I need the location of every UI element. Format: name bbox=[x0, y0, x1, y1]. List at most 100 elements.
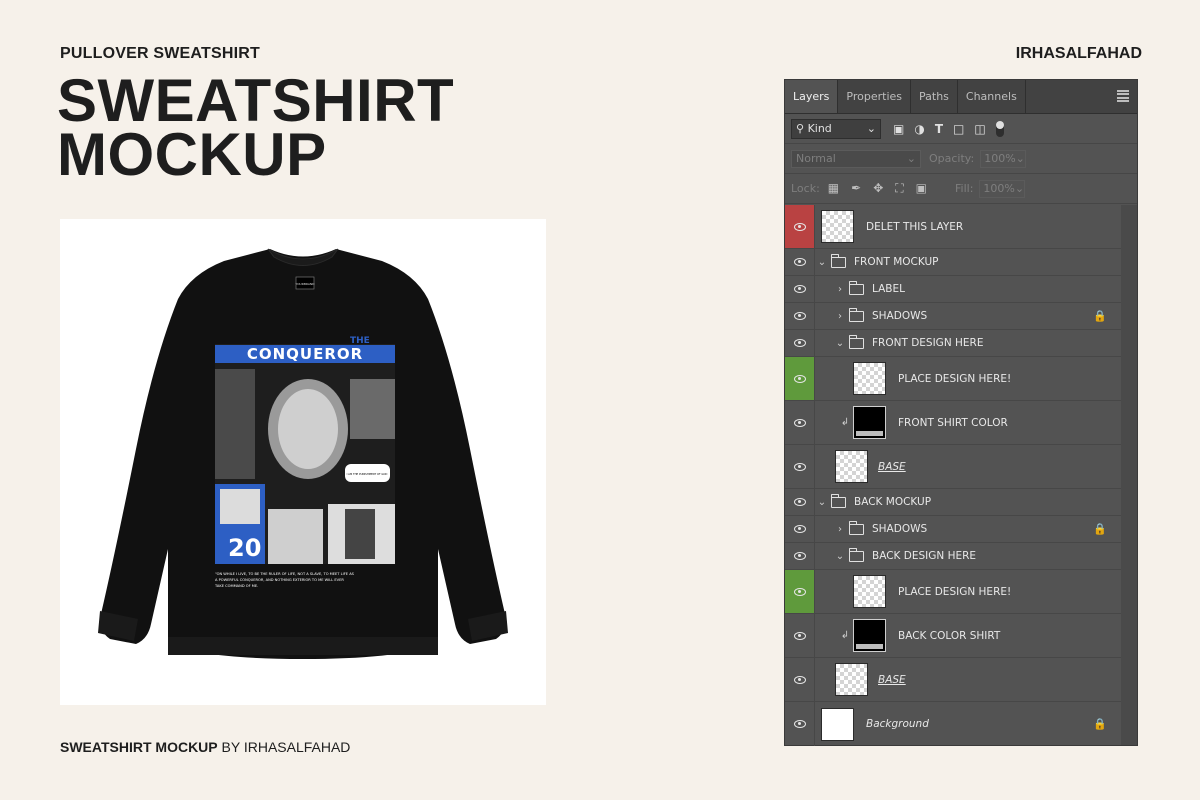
print-logo-text: CONQUEROR bbox=[247, 345, 363, 363]
layer-row[interactable]: › SHADOWS 🔒 bbox=[785, 516, 1121, 543]
smart-object-filter-icon[interactable]: ◫ bbox=[974, 122, 985, 136]
layers-list: DELET THIS LAYER ⌄ FRONT MOCKUP › LABEL … bbox=[785, 205, 1121, 746]
page-title: SWEATSHIRT MOCKUP bbox=[57, 71, 454, 188]
layer-name: PLACE DESIGN HERE! bbox=[898, 372, 1012, 385]
eye-icon bbox=[793, 374, 806, 383]
layer-row[interactable]: PLACE DESIGN HERE! bbox=[785, 357, 1121, 401]
layer-visibility-toggle[interactable] bbox=[785, 276, 815, 302]
layer-visibility-toggle[interactable] bbox=[785, 249, 815, 275]
lock-all-icon[interactable]: ▣ bbox=[916, 181, 927, 196]
layer-visibility-toggle[interactable] bbox=[785, 445, 815, 488]
layer-row[interactable]: › LABEL bbox=[785, 276, 1121, 303]
fill-value: 100% bbox=[983, 182, 1015, 195]
blend-mode-select[interactable]: Normal ⌄ bbox=[791, 149, 921, 168]
lock-icon: 🔒 bbox=[1093, 522, 1107, 536]
folder-icon bbox=[849, 334, 864, 349]
layer-visibility-toggle[interactable] bbox=[785, 489, 815, 515]
layer-name: FRONT MOCKUP bbox=[854, 256, 939, 268]
layer-row[interactable]: ↲ BACK COLOR SHIRT bbox=[785, 614, 1121, 658]
layer-row[interactable]: PLACE DESIGN HERE! bbox=[785, 570, 1121, 614]
layer-row[interactable]: Background 🔒 bbox=[785, 702, 1121, 746]
mockup-photo: YOURBRAND THE CONQUEROR I AM THE PUNISHM… bbox=[60, 219, 546, 705]
print-quote-line-2: A POWERFUL CONQUEROR, AND NOTHING EXTERI… bbox=[215, 578, 344, 582]
title-line-2: MOCKUP bbox=[57, 121, 327, 188]
filter-toggle[interactable] bbox=[995, 120, 1004, 137]
scrollbar[interactable] bbox=[1121, 205, 1137, 745]
lock-artboard-icon[interactable]: ⛶ bbox=[895, 181, 903, 196]
panel-menu-icon[interactable] bbox=[1117, 90, 1129, 102]
layer-visibility-toggle[interactable] bbox=[785, 543, 815, 569]
folder-icon bbox=[831, 493, 846, 508]
layer-visibility-toggle[interactable] bbox=[785, 205, 815, 248]
lock-icon: 🔒 bbox=[1093, 309, 1107, 323]
caption: SWEATSHIRT MOCKUP BY IRHASALFAHAD bbox=[60, 739, 350, 755]
chevron-down-icon[interactable]: ⌄ bbox=[817, 497, 827, 508]
caption-bold: SWEATSHIRT MOCKUP bbox=[60, 739, 218, 755]
layer-row[interactable]: BASE bbox=[785, 445, 1121, 489]
eye-icon bbox=[793, 462, 806, 471]
layer-visibility-toggle[interactable] bbox=[785, 303, 815, 329]
layer-name: BASE bbox=[878, 460, 906, 473]
tab-layers[interactable]: Layers bbox=[785, 80, 839, 113]
pixel-filter-icon[interactable]: ▣ bbox=[893, 122, 904, 136]
layer-name: SHADOWS bbox=[872, 310, 928, 322]
blend-mode-value: Normal bbox=[796, 152, 836, 165]
layer-visibility-toggle[interactable] bbox=[785, 516, 815, 542]
header-subtitle: PULLOVER SWEATSHIRT bbox=[60, 45, 260, 62]
layer-name: LABEL bbox=[872, 283, 905, 295]
lock-brush-icon[interactable]: ✒ bbox=[851, 181, 861, 196]
chevron-right-icon[interactable]: › bbox=[835, 311, 845, 322]
tab-properties[interactable]: Properties bbox=[838, 80, 911, 113]
lock-transparent-icon[interactable]: ▦ bbox=[828, 181, 839, 196]
layer-name: SHADOWS bbox=[872, 523, 928, 535]
layer-name: BACK MOCKUP bbox=[854, 496, 932, 508]
chevron-right-icon[interactable]: › bbox=[835, 284, 845, 295]
layer-row[interactable]: ↲ FRONT SHIRT COLOR bbox=[785, 401, 1121, 445]
eye-icon bbox=[793, 631, 806, 640]
print-number: 20 bbox=[228, 534, 261, 562]
layer-row[interactable]: ⌄ BACK DESIGN HERE bbox=[785, 543, 1121, 570]
layer-row[interactable]: ⌄ FRONT MOCKUP bbox=[785, 249, 1121, 276]
shape-filter-icon[interactable]: □ bbox=[953, 122, 964, 136]
layer-visibility-toggle[interactable] bbox=[785, 570, 815, 613]
layer-visibility-toggle[interactable] bbox=[785, 357, 815, 400]
layer-row[interactable]: DELET THIS LAYER bbox=[785, 205, 1121, 249]
search-icon: ⚲ bbox=[796, 122, 805, 135]
tab-channels[interactable]: Channels bbox=[958, 80, 1026, 113]
header-brand: IRHASALFAHAD bbox=[1015, 45, 1142, 62]
chevron-down-icon[interactable]: ⌄ bbox=[835, 551, 845, 562]
layer-row[interactable]: ⌄ BACK MOCKUP bbox=[785, 489, 1121, 516]
folder-icon bbox=[849, 547, 864, 562]
print-bubble-text: I AM THE PUNISHMENT OF GOD bbox=[347, 472, 388, 476]
kind-select[interactable]: ⚲ Kind ⌄ bbox=[791, 118, 881, 139]
chevron-right-icon[interactable]: › bbox=[835, 524, 845, 535]
layer-row[interactable]: ⌄ FRONT DESIGN HERE bbox=[785, 330, 1121, 357]
layer-row[interactable]: BASE bbox=[785, 658, 1121, 702]
clipping-mask-icon: ↲ bbox=[840, 417, 850, 428]
layer-name: FRONT SHIRT COLOR bbox=[898, 416, 1008, 429]
chevron-down-icon: ⌄ bbox=[906, 152, 916, 165]
folder-icon bbox=[831, 253, 846, 268]
lock-icons: ▦ ✒ ✥ ⛶ ▣ bbox=[828, 181, 927, 196]
chevron-down-icon: ⌄ bbox=[1015, 152, 1025, 165]
layer-visibility-toggle[interactable] bbox=[785, 702, 815, 746]
fill-label: Fill: bbox=[955, 182, 974, 195]
layers-panel: Layers Properties Paths Channels ⚲ Kind … bbox=[784, 79, 1138, 746]
layer-visibility-toggle[interactable] bbox=[785, 658, 815, 701]
layer-visibility-toggle[interactable] bbox=[785, 401, 815, 444]
tab-paths[interactable]: Paths bbox=[911, 80, 958, 113]
layer-thumbnail bbox=[853, 619, 886, 652]
layer-visibility-toggle[interactable] bbox=[785, 614, 815, 657]
chevron-down-icon[interactable]: ⌄ bbox=[835, 338, 845, 349]
adjustment-filter-icon[interactable]: ◑ bbox=[914, 122, 924, 136]
type-filter-icon[interactable]: T bbox=[935, 122, 943, 136]
fill-field[interactable]: 100% ⌄ bbox=[979, 179, 1026, 198]
eye-icon bbox=[793, 675, 806, 684]
eye-icon bbox=[793, 312, 806, 320]
lock-position-icon[interactable]: ✥ bbox=[873, 181, 883, 196]
layer-visibility-toggle[interactable] bbox=[785, 330, 815, 356]
opacity-field[interactable]: 100% ⌄ bbox=[980, 149, 1027, 168]
folder-icon bbox=[849, 280, 864, 295]
layer-row[interactable]: › SHADOWS 🔒 bbox=[785, 303, 1121, 330]
chevron-down-icon[interactable]: ⌄ bbox=[817, 257, 827, 268]
